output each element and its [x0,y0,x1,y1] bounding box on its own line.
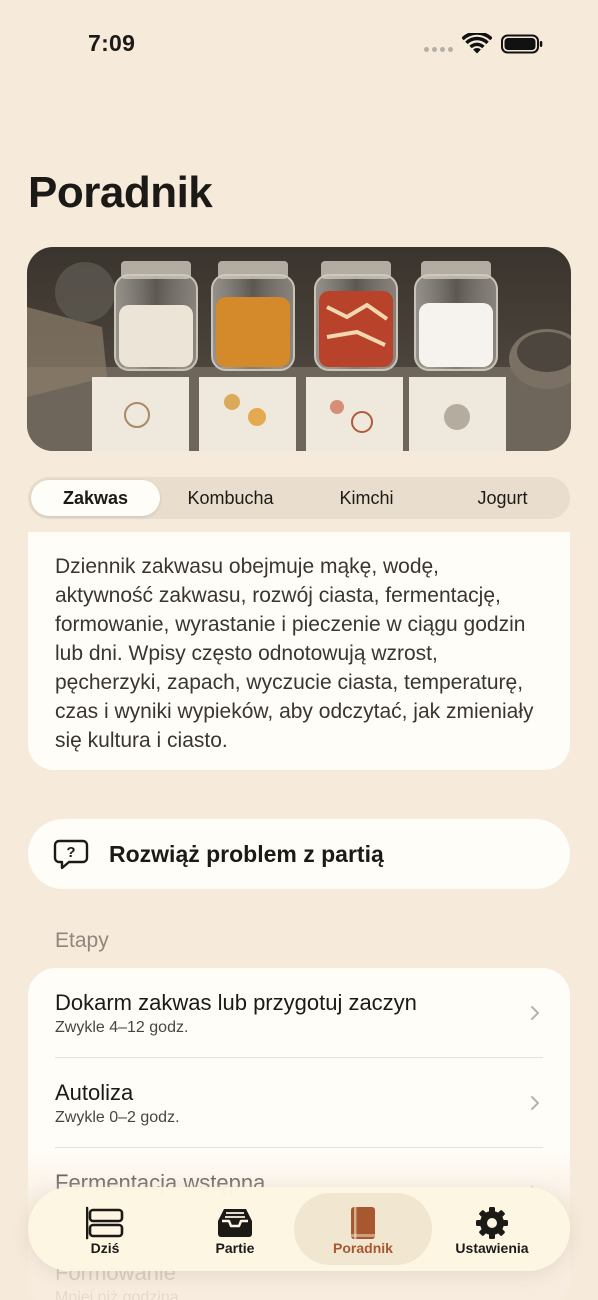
guide-segmented-control: Zakwas Kombucha Kimchi Jogurt [28,477,570,519]
tab-partie[interactable]: Partie [166,1193,304,1265]
troubleshoot-batch-button[interactable]: ? Rozwiąż problem z partią [28,819,570,889]
segment-jogurt[interactable]: Jogurt [436,480,569,516]
book-icon [351,1207,375,1239]
stage-row[interactable]: Dokarm zakwas lub przygotuj zaczyn Zwykl… [28,968,570,1058]
tab-label: Partie [215,1240,255,1256]
tab-ustawienia[interactable]: Ustawienia [423,1193,561,1265]
troubleshoot-label: Rozwiąż problem z partią [109,841,384,867]
stage-row[interactable]: Autoliza Zwykle 0–2 godz. [28,1058,570,1148]
battery-icon [501,34,543,54]
svg-text:?: ? [66,844,75,861]
stage-title: Autoliza [55,1080,134,1105]
page-title: Poradnik [28,168,213,217]
chevron-right-icon [531,1006,539,1020]
hero-image [27,247,571,451]
description-card: Dziennik zakwasu obejmuje mąkę, wodę, ak… [28,532,570,770]
wifi-icon [462,33,492,54]
description-text: Dziennik zakwasu obejmuje mąkę, wodę, ak… [55,555,534,752]
stages-section-header: Etapy [55,929,109,952]
stage-subtitle: Zwykle 4–12 godz. [55,1019,189,1036]
tab-label: Poradnik [333,1240,393,1256]
tab-label: Dziś [90,1240,120,1256]
tray-icon [218,1209,252,1237]
stage-subtitle: Zwykle 0–2 godz. [55,1109,180,1126]
chevron-right-icon [531,1096,539,1110]
gear-icon [476,1207,508,1239]
tab-label: Ustawienia [455,1240,529,1256]
segment-kimchi[interactable]: Kimchi [300,480,433,516]
tab-dzis[interactable]: Dziś [36,1193,174,1265]
segment-zakwas[interactable]: Zakwas [31,480,160,516]
tab-poradnik[interactable]: Poradnik [294,1193,432,1265]
stage-subtitle: Mniej niż godzina [55,1289,179,1300]
question-bubble-icon: ? [53,839,89,870]
stage-title: Dokarm zakwas lub przygotuj zaczyn [55,990,417,1015]
status-bar: 7:09 [0,0,598,90]
segment-kombucha[interactable]: Kombucha [164,480,297,516]
timeline-icon [86,1206,124,1240]
status-time: 7:09 [88,30,136,56]
signal-icon [424,47,453,52]
tab-bar: Dziś Partie Poradnik Ustawienia [28,1187,570,1271]
